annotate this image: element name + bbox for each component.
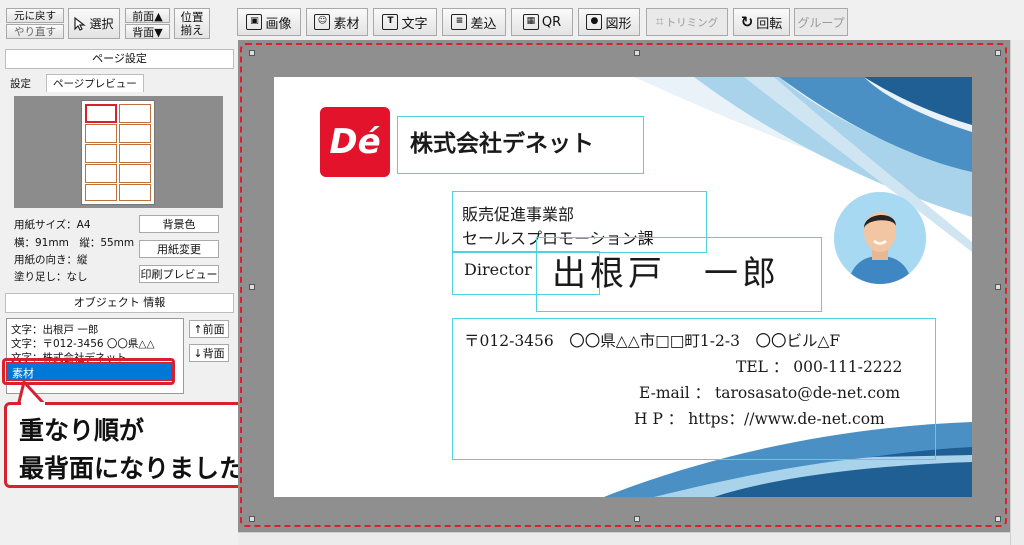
front-button[interactable]: ↑前面 <box>189 320 229 338</box>
background-color-button[interactable]: 背景色 <box>139 215 219 233</box>
preview-card-slot <box>85 164 117 183</box>
group-button[interactable]: グループ <box>794 8 848 36</box>
rotate-button[interactable]: ↻ 回転 <box>733 8 790 36</box>
dimensions-text: 横：91mm 縦：55mm <box>14 237 135 249</box>
person-avatar-icon <box>834 192 926 284</box>
list-item[interactable]: 文字：出根戸 一郎 <box>11 322 98 337</box>
rotate-label: 回転 <box>756 16 783 32</box>
text-icon: T <box>382 14 399 30</box>
object-info-header: オブジェクト 情報 <box>5 293 234 313</box>
resize-handle[interactable] <box>634 516 640 522</box>
preview-card-slot <box>119 144 151 163</box>
person-name-frame <box>536 237 822 312</box>
horizontal-scrollbar[interactable] <box>238 532 1010 545</box>
list-item[interactable]: 文字：〒012-3456 〇〇県△△ <box>11 336 155 351</box>
align-label-top: 位置 <box>180 9 204 24</box>
text-button[interactable]: T 文字 <box>373 8 437 36</box>
resize-handle[interactable] <box>249 516 255 522</box>
image-label: 画像 <box>265 16 292 32</box>
page-preview-sheet <box>81 100 155 205</box>
resize-handle[interactable] <box>249 50 255 56</box>
image-icon: ▣ <box>246 14 263 30</box>
resize-handle[interactable] <box>634 50 640 56</box>
preview-card-slot <box>85 144 117 163</box>
tab-page-preview[interactable]: ページプレビュー <box>46 74 144 92</box>
callout-line-1: 重なり順が <box>19 416 145 445</box>
crop-icon: ⌗ <box>655 14 664 30</box>
qr-button[interactable]: ▦ QR <box>511 8 573 36</box>
tab-settings[interactable]: 設定 <box>10 76 31 91</box>
shape-icon: ● <box>586 14 603 30</box>
left-panel: 元に戻す やり直す 選択 前面▲ 背面▼ 位置 揃え ページ設定 設定 ページプ… <box>0 0 301 545</box>
select-button[interactable]: 選択 <box>68 8 120 39</box>
bleed-text: 塗り足し：なし <box>14 271 88 283</box>
back-button[interactable]: ↓背面 <box>189 344 229 362</box>
cursor-icon <box>74 16 87 31</box>
image-button[interactable]: ▣ 画像 <box>237 8 301 36</box>
resize-handle[interactable] <box>995 516 1001 522</box>
send-back-button[interactable]: 背面▼ <box>125 24 170 39</box>
merge-icon: ≡ <box>451 14 468 30</box>
change-paper-button[interactable]: 用紙変更 <box>139 240 219 258</box>
callout-line-2: 最背面になりました <box>19 454 245 483</box>
bring-front-button[interactable]: 前面▲ <box>125 8 170 23</box>
preview-card-slot <box>119 124 151 143</box>
material-label: 素材 <box>333 16 360 32</box>
vertical-scrollbar[interactable] <box>1010 40 1024 545</box>
resize-handle[interactable] <box>249 284 255 290</box>
preview-card-slot <box>119 104 151 123</box>
group-label: グループ <box>797 15 845 30</box>
preview-card-slot <box>85 124 117 143</box>
portrait-photo <box>834 192 926 284</box>
preview-card-slot <box>119 184 151 201</box>
qr-label: QR <box>541 14 562 30</box>
material-button[interactable]: ☺ 素材 <box>306 8 368 36</box>
align-button[interactable]: 位置 揃え <box>174 8 210 39</box>
shape-button[interactable]: ● 図形 <box>578 8 640 36</box>
merge-label: 差込 <box>470 16 497 32</box>
material-icon: ☺ <box>314 14 331 30</box>
company-logo: Dé <box>320 107 390 177</box>
print-preview-button[interactable]: 印刷プレビュー <box>139 265 219 283</box>
text-label: 文字 <box>401 16 428 32</box>
align-label-bottom: 揃え <box>180 22 204 37</box>
paper-size-text: 用紙サイズ：A4 <box>14 219 91 231</box>
redo-button[interactable]: やり直す <box>6 24 64 39</box>
preview-card-slot <box>119 164 151 183</box>
preview-card-slot <box>85 184 117 201</box>
merge-button[interactable]: ≡ 差込 <box>442 8 506 36</box>
resize-handle[interactable] <box>995 284 1001 290</box>
resize-handle[interactable] <box>995 50 1001 56</box>
qr-icon: ▦ <box>522 14 539 30</box>
logo-text: Dé <box>329 122 381 162</box>
select-label: 選択 <box>89 17 114 31</box>
preview-card-slot <box>85 104 117 123</box>
company-name-frame <box>397 116 644 174</box>
crop-label: トリミング <box>665 16 719 29</box>
orientation-text: 用紙の向き：縦 <box>14 254 88 266</box>
crop-button[interactable]: ⌗ トリミング <box>646 8 728 36</box>
callout-pointer-cover <box>21 402 45 406</box>
undo-button[interactable]: 元に戻す <box>6 8 64 23</box>
shape-label: 図形 <box>605 16 632 32</box>
rotate-icon: ↻ <box>740 13 754 31</box>
address-frame <box>452 318 936 460</box>
page-settings-header: ページ設定 <box>5 49 234 69</box>
